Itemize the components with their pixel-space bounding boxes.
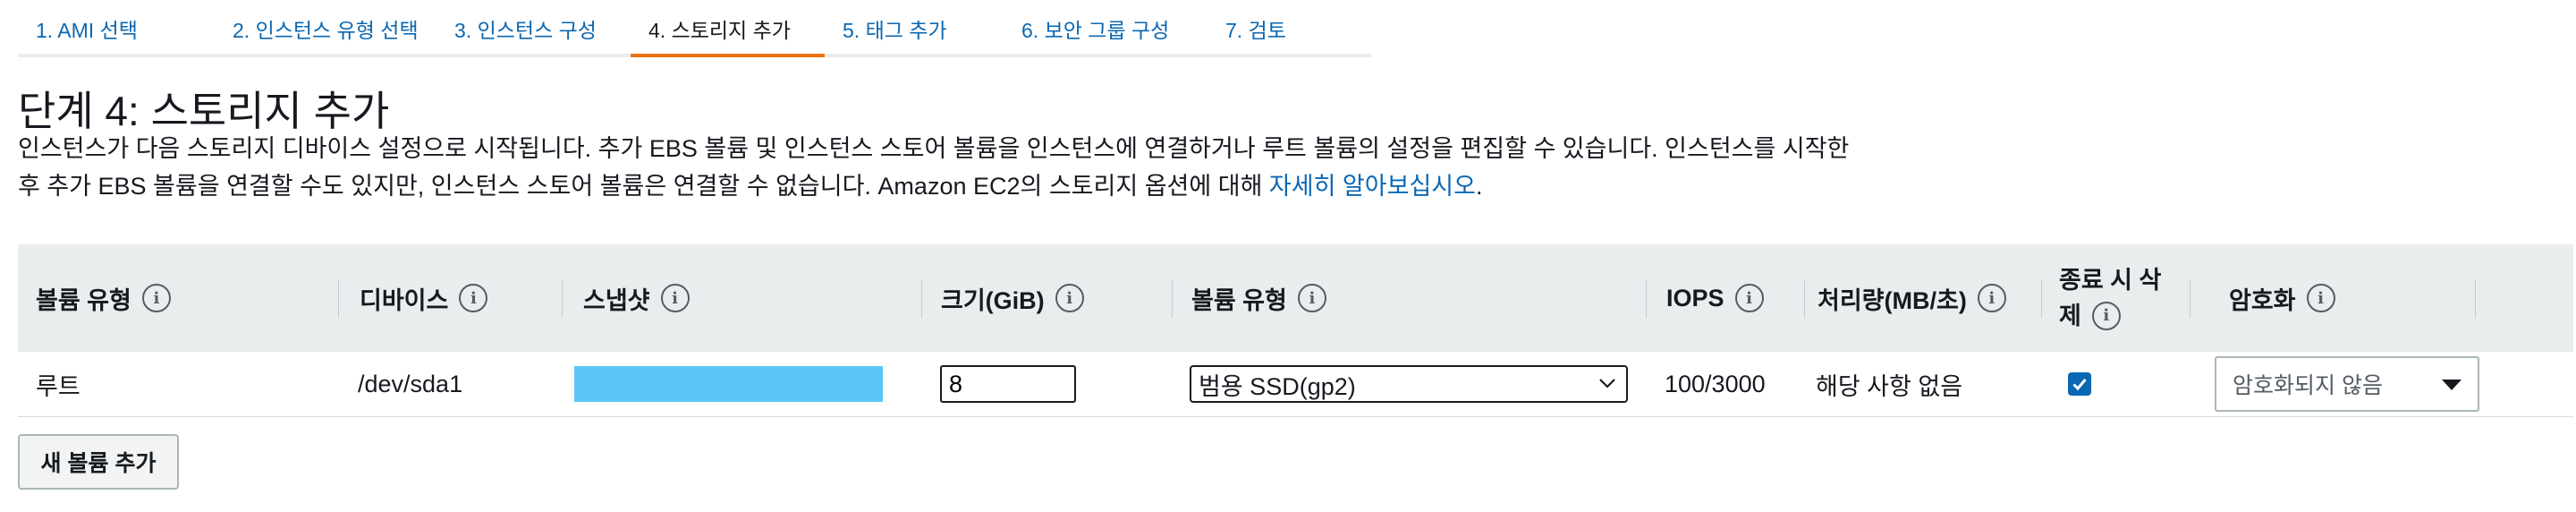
column-divider[interactable] [1646, 280, 1647, 318]
column-divider[interactable] [921, 280, 922, 318]
size-input[interactable] [940, 365, 1076, 403]
encryption-value: 암호화되지 않음 [2233, 373, 2383, 398]
chevron-down-icon [1599, 379, 1615, 388]
storage-table-header: 볼륨 유형 i 디바이스 i 스냅샷 i 크기(GiB) i 볼륨 유형 i IOPS i … [18, 244, 2573, 353]
delete-on-termination-checkbox[interactable] [2068, 372, 2091, 396]
description-period: . [1475, 173, 1483, 200]
volume-type-select[interactable]: 범용 SSD(gp2) [1190, 365, 1628, 403]
header-label: 볼륨 유형 [36, 286, 131, 314]
header-encryption: 암호화 i [2229, 244, 2335, 352]
info-icon[interactable]: i [1734, 284, 1764, 312]
caret-down-icon [2442, 380, 2462, 390]
info-icon[interactable]: i [660, 284, 690, 312]
tab-instance-type[interactable]: 2. 인스턴스 유형 선택 [215, 0, 461, 57]
header-throughput: 처리량(MB/초) i [1818, 244, 2006, 352]
column-divider[interactable] [1804, 280, 1805, 318]
checkmark-icon [2072, 379, 2087, 391]
snapshot-id-redacted [574, 366, 883, 402]
header-iops: IOPS i [1666, 244, 1764, 352]
header-label: 암호화 [2229, 286, 2296, 314]
tab-configure-instance[interactable]: 3. 인스턴스 구성 [436, 0, 649, 57]
header-delete-on-termination: 종료 시 삭 제i [2059, 244, 2161, 352]
cell-snapshot [574, 352, 883, 416]
table-row: 루트 /dev/sda1 범용 SSD(gp2) 100/3000 해당 사항 … [18, 352, 2573, 417]
tab-review[interactable]: 7. 검토 [1208, 0, 1371, 57]
cell-volume-type: 루트 [36, 372, 80, 400]
cell-throughput: 해당 사항 없음 [1816, 372, 1963, 400]
info-icon[interactable]: i [2091, 302, 2121, 330]
header-label: 스냅샷 [583, 286, 650, 314]
add-new-volume-button[interactable]: 새 볼륨 추가 [18, 434, 179, 490]
column-divider[interactable] [2475, 280, 2476, 318]
learn-more-link[interactable]: 자세히 알아보십시오 [1269, 173, 1476, 200]
header-label: 종료 시 삭 [2059, 267, 2162, 294]
page-description: 인스턴스가 다음 스토리지 디바이스 설정으로 시작됩니다. 추가 EBS 볼륨… [18, 130, 1896, 205]
tab-ami[interactable]: 1. AMI 선택 [18, 0, 237, 57]
description-text: 후 추가 EBS 볼륨을 연결할 수도 있지만, 인스턴스 스토어 볼륨은 연결… [18, 173, 1269, 200]
tab-add-storage[interactable]: 4. 스토리지 추가 [631, 0, 826, 57]
cell-delete-on-termination [2068, 352, 2091, 416]
cell-encryption: 암호화되지 않음 [2215, 352, 2479, 416]
cell-volume-kind: 범용 SSD(gp2) [1190, 352, 1628, 416]
column-divider[interactable] [2041, 280, 2042, 318]
header-label: IOPS [1666, 284, 1724, 311]
header-device: 디바이스 i [360, 244, 488, 352]
header-label: 제 [2059, 303, 2081, 329]
volume-type-value: 범용 SSD(gp2) [1199, 372, 1356, 400]
header-snapshot: 스냅샷 i [583, 244, 690, 352]
info-icon[interactable]: i [2306, 284, 2335, 312]
column-divider[interactable] [562, 280, 563, 318]
header-label: 크기(GiB) [941, 286, 1045, 314]
header-label: 디바이스 [360, 286, 449, 314]
header-label-line-2: 제i [2059, 298, 2121, 334]
cell-size [940, 352, 1076, 416]
tab-security-group[interactable]: 6. 보안 그룹 구성 [1004, 0, 1208, 57]
header-size: 크기(GiB) i [941, 244, 1084, 352]
column-divider[interactable] [1172, 280, 1173, 318]
info-icon[interactable]: i [1297, 284, 1326, 312]
header-volume-kind: 볼륨 유형 i [1191, 244, 1326, 352]
header-label: 볼륨 유형 [1191, 286, 1287, 314]
header-label: 처리량(MB/초) [1818, 286, 1967, 314]
description-line-1: 인스턴스가 다음 스토리지 디바이스 설정으로 시작됩니다. 추가 EBS 볼륨… [18, 135, 1850, 162]
info-icon[interactable]: i [141, 284, 171, 312]
header-volume-type: 볼륨 유형 i [36, 244, 171, 352]
description-line-2: 후 추가 EBS 볼륨을 연결할 수도 있지만, 인스턴스 스토어 볼륨은 연결… [18, 167, 1896, 205]
encryption-select[interactable]: 암호화되지 않음 [2215, 356, 2479, 412]
cell-iops: 100/3000 [1665, 370, 1766, 397]
info-icon[interactable]: i [459, 284, 488, 312]
tab-add-tags[interactable]: 5. 태그 추가 [825, 0, 1004, 57]
info-icon[interactable]: i [1055, 284, 1084, 312]
column-divider[interactable] [338, 280, 339, 318]
info-icon[interactable]: i [1977, 284, 2006, 312]
cell-device: /dev/sda1 [358, 370, 463, 397]
